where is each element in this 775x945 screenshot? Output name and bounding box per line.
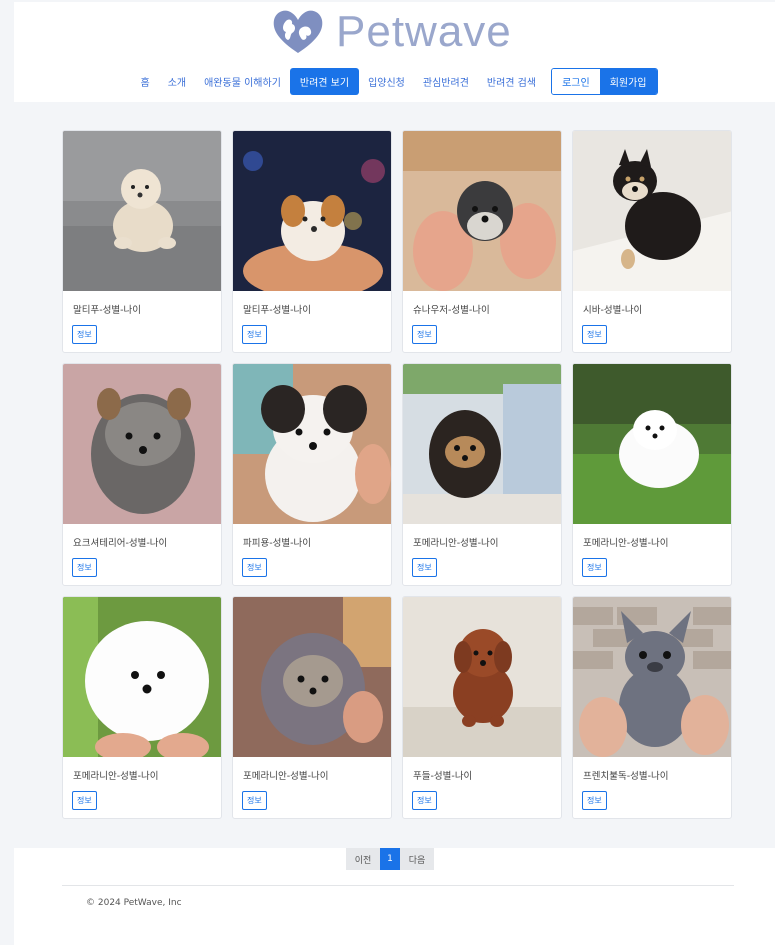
dog-card-title: 포메라니안-성별-나이	[73, 771, 159, 782]
dog-photo[interactable]	[233, 364, 392, 524]
site-header: Petwave 홈 소개 애완동물 이해하기 반려견 보기 입양신청 관심반려견…	[14, 2, 775, 102]
info-button[interactable]: 정보	[582, 558, 607, 577]
dog-photo[interactable]	[403, 364, 562, 524]
nav-adoption-apply[interactable]: 입양신청	[359, 69, 414, 94]
dog-card[interactable]: 포메라니안-성별-나이 정보	[572, 363, 732, 586]
pagination: 이전 1 다음	[346, 848, 434, 870]
brand-logo[interactable]: Petwave	[270, 6, 512, 58]
dog-card[interactable]: 포메라니안-성별-나이 정보	[62, 596, 222, 819]
dog-photo[interactable]	[573, 364, 732, 524]
dog-card[interactable]: 파피용-성별-나이 정보	[232, 363, 392, 586]
dog-photo[interactable]	[233, 131, 392, 291]
dog-card-title: 말티푸-성별-나이	[243, 305, 312, 316]
info-button[interactable]: 정보	[72, 558, 97, 577]
info-button[interactable]: 정보	[242, 558, 267, 577]
dog-card[interactable]: 포메라니안-성별-나이 정보	[232, 596, 392, 819]
dog-photo[interactable]	[403, 597, 562, 757]
dog-card-grid: 말티푸-성별-나이 정보 말티푸-성별-나이 정보 슈나우저-성별-나이 정보 …	[62, 130, 734, 819]
info-button[interactable]: 정보	[582, 325, 607, 344]
dog-card-title: 시바-성별-나이	[583, 305, 643, 316]
dog-card-title: 슈나우저-성별-나이	[413, 305, 490, 316]
footer-divider	[62, 885, 734, 886]
login-button[interactable]: 로그인	[552, 69, 600, 94]
dog-photo[interactable]	[403, 131, 562, 291]
dog-photo[interactable]	[573, 597, 732, 757]
dog-card-title: 포메라니안-성별-나이	[243, 771, 329, 782]
info-button[interactable]: 정보	[72, 791, 97, 810]
dog-card[interactable]: 말티푸-성별-나이 정보	[232, 130, 392, 353]
dog-card-title: 푸들-성별-나이	[413, 771, 473, 782]
next-page-button[interactable]: 다음	[400, 848, 434, 870]
dog-card[interactable]: 요크셔테리어-성별-나이 정보	[62, 363, 222, 586]
nav-search-dogs[interactable]: 반려견 검색	[478, 69, 545, 94]
signup-button[interactable]: 회원가입	[599, 69, 657, 94]
dog-card-title: 말티푸-성별-나이	[73, 305, 142, 316]
dog-photo[interactable]	[63, 364, 222, 524]
dog-card[interactable]: 말티푸-성별-나이 정보	[62, 130, 222, 353]
dog-card[interactable]: 프렌치불독-성별-나이 정보	[572, 596, 732, 819]
info-button[interactable]: 정보	[412, 558, 437, 577]
info-button[interactable]: 정보	[412, 325, 437, 344]
current-page-button[interactable]: 1	[380, 848, 400, 870]
dog-photo[interactable]	[573, 131, 732, 291]
info-button[interactable]: 정보	[582, 791, 607, 810]
dog-card-title: 파피용-성별-나이	[243, 538, 312, 549]
dog-photo[interactable]	[63, 131, 222, 291]
heart-paw-logo-icon	[273, 10, 323, 53]
info-button[interactable]: 정보	[412, 791, 437, 810]
dog-card-title: 포메라니안-성별-나이	[413, 538, 499, 549]
dog-card[interactable]: 포메라니안-성별-나이 정보	[402, 363, 562, 586]
dog-card[interactable]: 슈나우저-성별-나이 정보	[402, 130, 562, 353]
info-button[interactable]: 정보	[242, 791, 267, 810]
dog-photo[interactable]	[63, 597, 222, 757]
nav-favorite-dogs[interactable]: 관심반려견	[414, 69, 478, 94]
dog-card-title: 요크셔테리어-성별-나이	[73, 538, 168, 549]
dog-card[interactable]: 시바-성별-나이 정보	[572, 130, 732, 353]
dog-card-title: 포메라니안-성별-나이	[583, 538, 669, 549]
copyright-text: © 2024 PetWave, Inc	[86, 898, 182, 908]
main-nav: 홈 소개 애완동물 이해하기 반려견 보기 입양신청 관심반려견 반려견 검색 …	[14, 68, 775, 95]
nav-home[interactable]: 홈	[132, 69, 159, 94]
auth-buttons: 로그인 회원가입	[551, 68, 658, 95]
info-button[interactable]: 정보	[72, 325, 97, 344]
brand-name: Petwave	[336, 7, 512, 56]
info-button[interactable]: 정보	[242, 325, 267, 344]
nav-about[interactable]: 소개	[159, 69, 195, 94]
prev-page-button[interactable]: 이전	[346, 848, 380, 870]
dog-photo[interactable]	[233, 597, 392, 757]
nav-understand-pets[interactable]: 애완동물 이해하기	[195, 69, 290, 94]
nav-view-dogs[interactable]: 반려견 보기	[289, 68, 360, 95]
dog-card-title: 프렌치불독-성별-나이	[583, 771, 669, 782]
dog-card[interactable]: 푸들-성별-나이 정보	[402, 596, 562, 819]
